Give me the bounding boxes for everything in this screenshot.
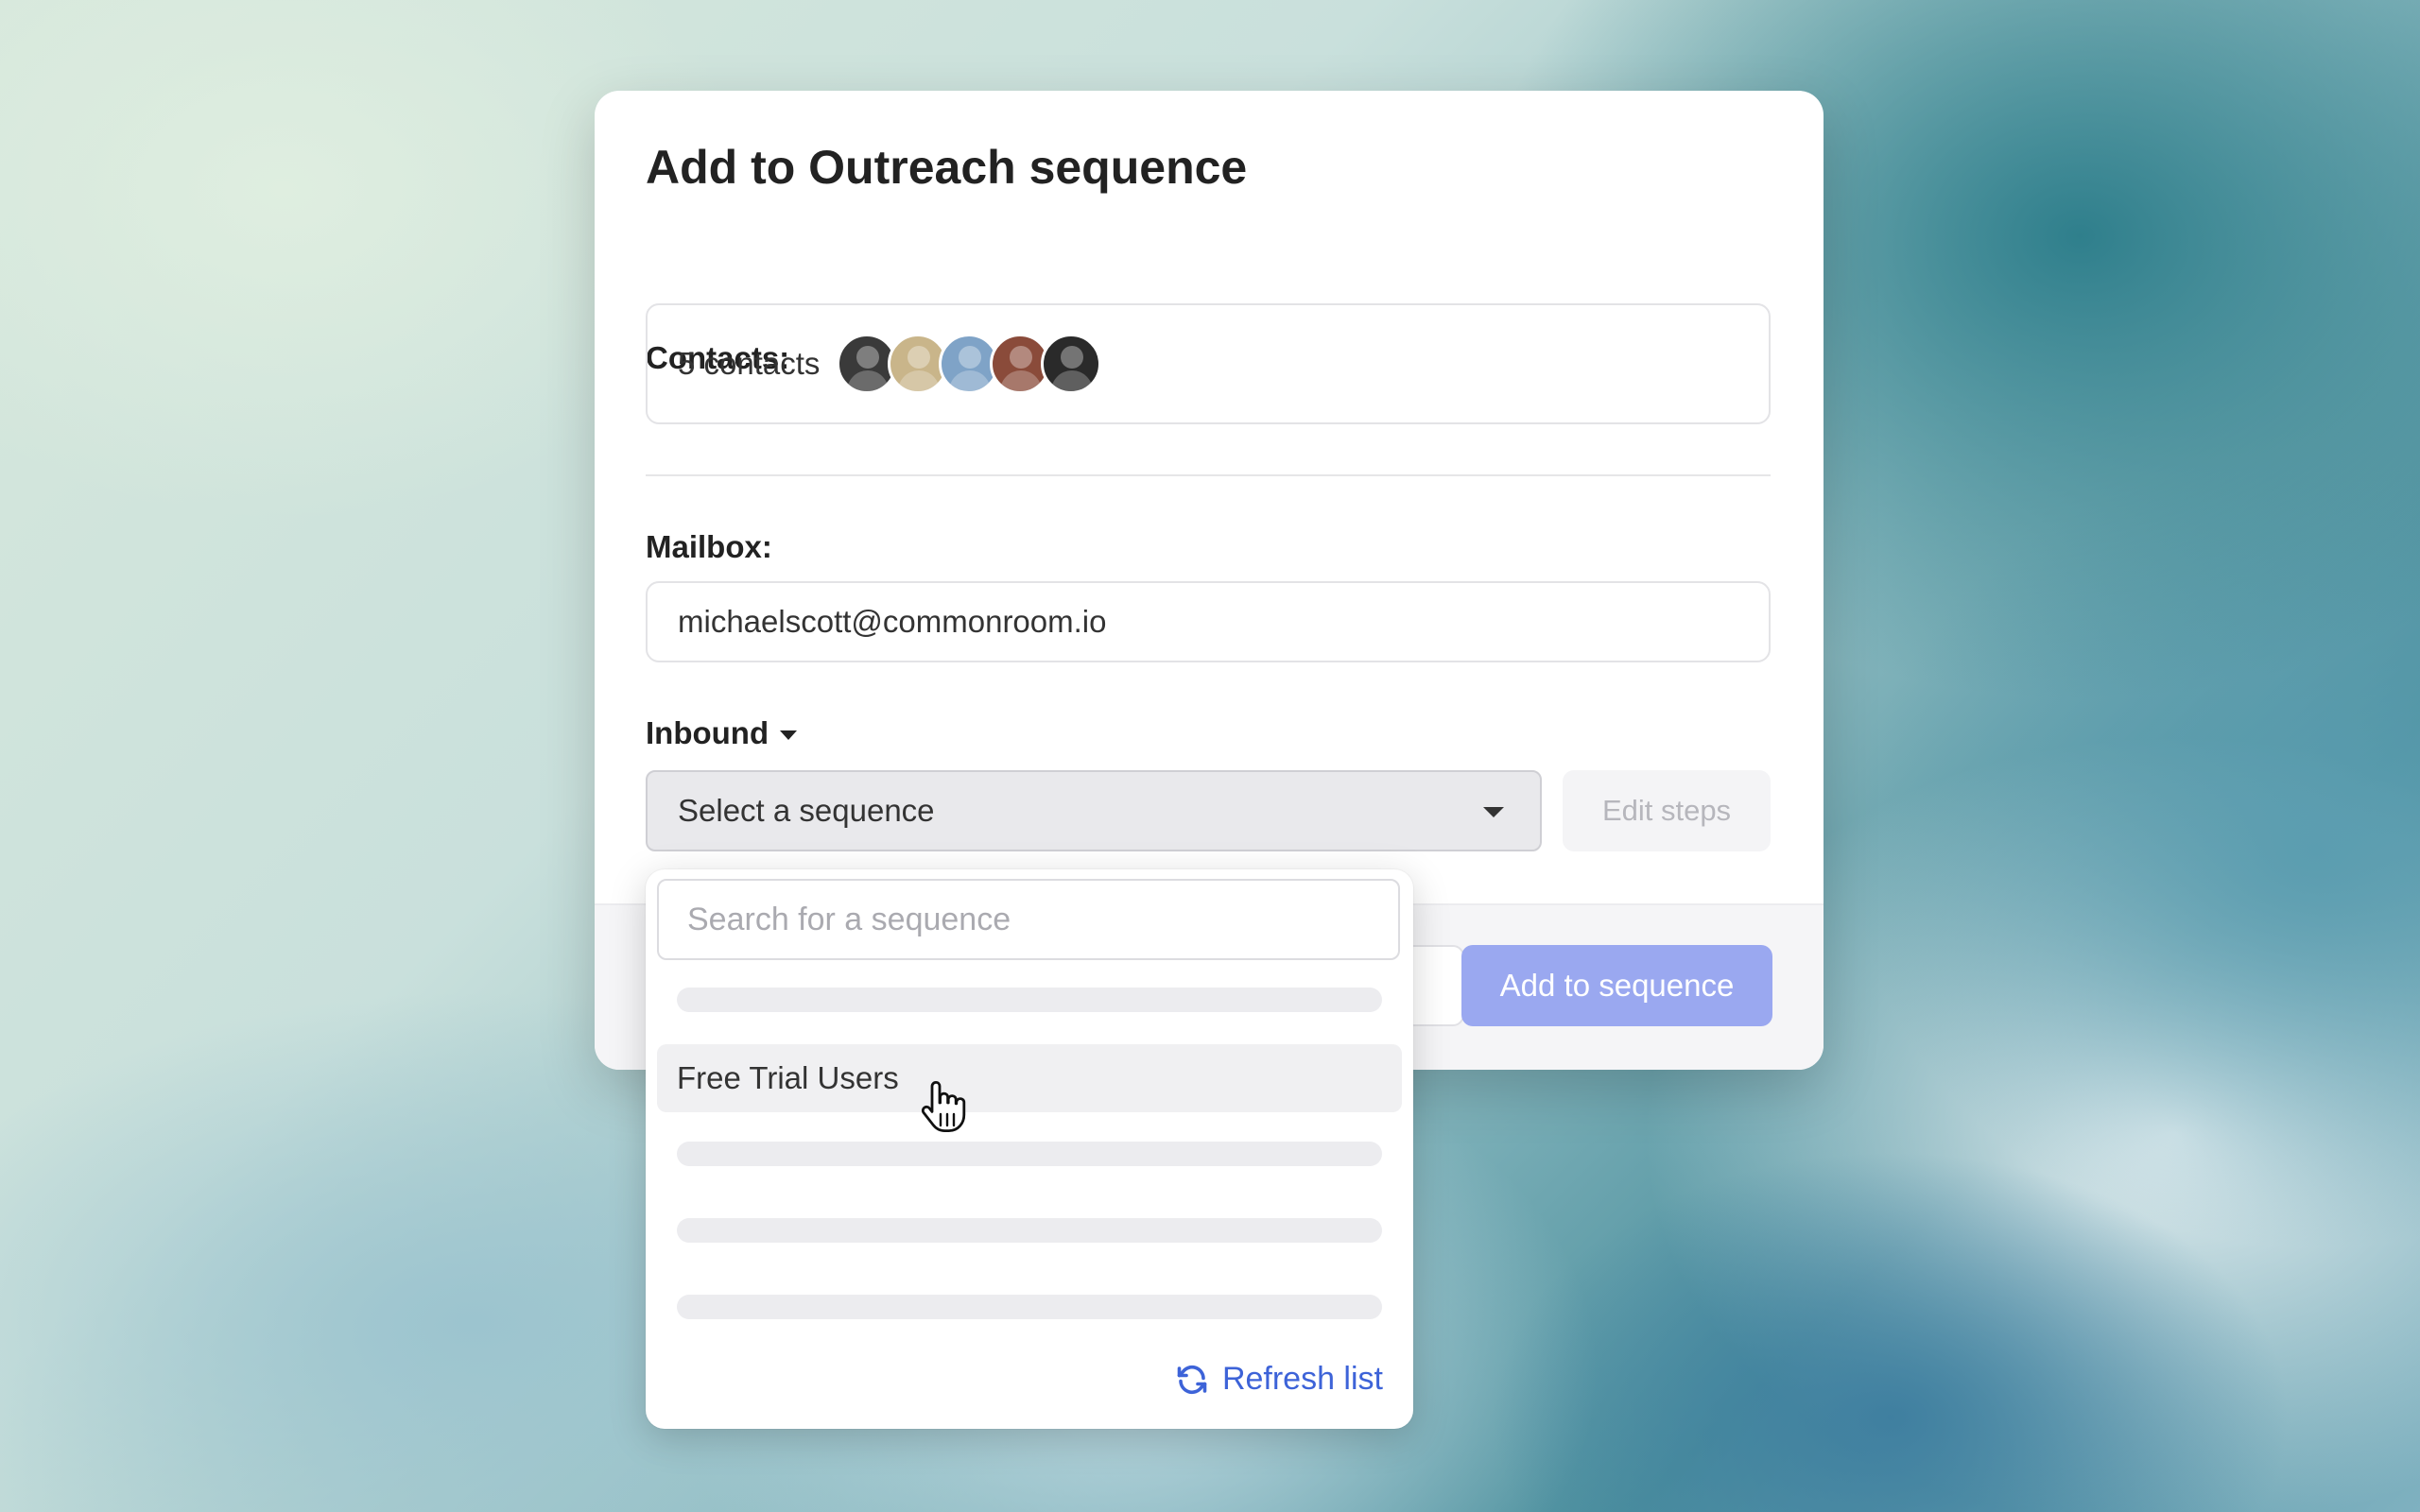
sequence-search-input[interactable] bbox=[657, 879, 1400, 960]
sequence-select-placeholder: Select a sequence bbox=[678, 793, 935, 828]
avatar-group bbox=[837, 334, 1102, 394]
contacts-box[interactable]: 5 contacts bbox=[646, 303, 1771, 424]
loading-skeleton-row bbox=[677, 1218, 1382, 1243]
sequence-select[interactable]: Select a sequence bbox=[646, 770, 1542, 851]
list-item-label: Free Trial Users bbox=[677, 1060, 899, 1095]
modal-title: Add to Outreach sequence bbox=[646, 141, 1248, 194]
refresh-icon bbox=[1177, 1365, 1207, 1394]
loading-skeleton-row bbox=[677, 1142, 1382, 1166]
loading-skeleton-row bbox=[677, 988, 1382, 1012]
caret-down-icon bbox=[1483, 807, 1504, 817]
mailbox-value: michaelscott@commonroom.io bbox=[678, 604, 1107, 639]
inbound-dropdown-toggle[interactable]: Inbound bbox=[646, 715, 798, 751]
contacts-count: 5 contacts bbox=[678, 346, 821, 381]
mailbox-field[interactable]: michaelscott@commonroom.io bbox=[646, 581, 1771, 662]
refresh-list-label: Refresh list bbox=[1221, 1361, 1383, 1397]
loading-skeleton-row bbox=[677, 1295, 1382, 1319]
inbound-label: Inbound bbox=[646, 715, 769, 750]
add-to-sequence-button[interactable]: Add to sequence bbox=[1461, 945, 1772, 1026]
avatar bbox=[1041, 334, 1102, 394]
caret-down-icon bbox=[780, 730, 798, 740]
sequence-dropdown-menu: Free Trial Users Refresh list bbox=[646, 869, 1413, 1429]
list-item[interactable]: Free Trial Users bbox=[657, 1044, 1402, 1112]
hand-pointer-cursor-icon bbox=[921, 1081, 966, 1132]
mailbox-label: Mailbox: bbox=[646, 529, 772, 564]
edit-steps-button[interactable]: Edit steps bbox=[1563, 770, 1771, 851]
divider bbox=[646, 474, 1771, 476]
refresh-list-button[interactable]: Refresh list bbox=[1175, 1361, 1383, 1398]
